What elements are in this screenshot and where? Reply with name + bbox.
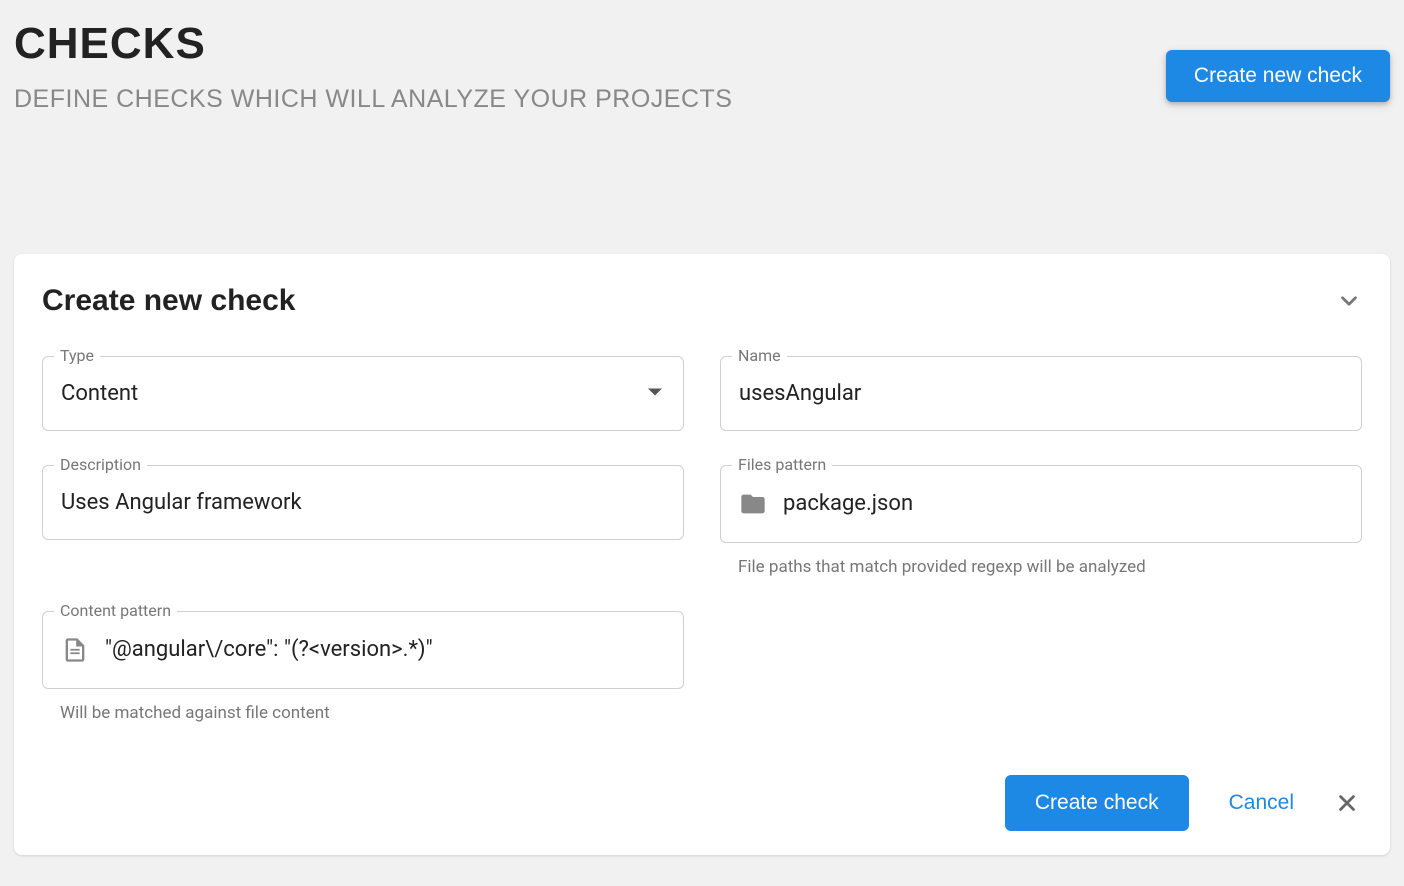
files-pattern-label: Files pattern: [732, 455, 832, 474]
name-label: Name: [732, 346, 787, 365]
content-pattern-label: Content pattern: [54, 601, 177, 620]
create-check-card: Create new check Type Content Name: [14, 254, 1390, 855]
folder-icon: [739, 490, 767, 518]
card-title: Create new check: [42, 284, 295, 318]
content-pattern-input[interactable]: [105, 637, 665, 662]
files-pattern-field: Files pattern File paths that match prov…: [720, 465, 1362, 577]
content-pattern-hint: Will be matched against file content: [42, 703, 684, 723]
description-field: Description: [42, 465, 684, 577]
name-field: Name: [720, 356, 1362, 431]
file-icon: [61, 636, 89, 664]
create-check-button[interactable]: Create check: [1005, 775, 1189, 831]
files-pattern-input[interactable]: [783, 491, 1343, 516]
create-new-check-button[interactable]: Create new check: [1166, 50, 1390, 102]
name-input[interactable]: [739, 381, 1343, 406]
files-pattern-hint: File paths that match provided regexp wi…: [720, 557, 1362, 577]
description-label: Description: [54, 455, 147, 474]
type-value: Content: [61, 381, 138, 406]
dropdown-arrow-icon: [648, 389, 662, 396]
type-field[interactable]: Type Content: [42, 356, 684, 431]
page-subtitle: DEFINE CHECKS WHICH WILL ANALYZE YOUR PR…: [14, 85, 1166, 114]
type-label: Type: [54, 346, 100, 365]
content-pattern-field: Content pattern Will be matched against …: [42, 611, 684, 723]
description-input[interactable]: [61, 490, 665, 515]
collapse-icon[interactable]: [1336, 288, 1362, 314]
close-icon[interactable]: [1334, 790, 1360, 816]
page-title: CHECKS: [14, 18, 1166, 71]
cancel-button[interactable]: Cancel: [1225, 783, 1298, 823]
